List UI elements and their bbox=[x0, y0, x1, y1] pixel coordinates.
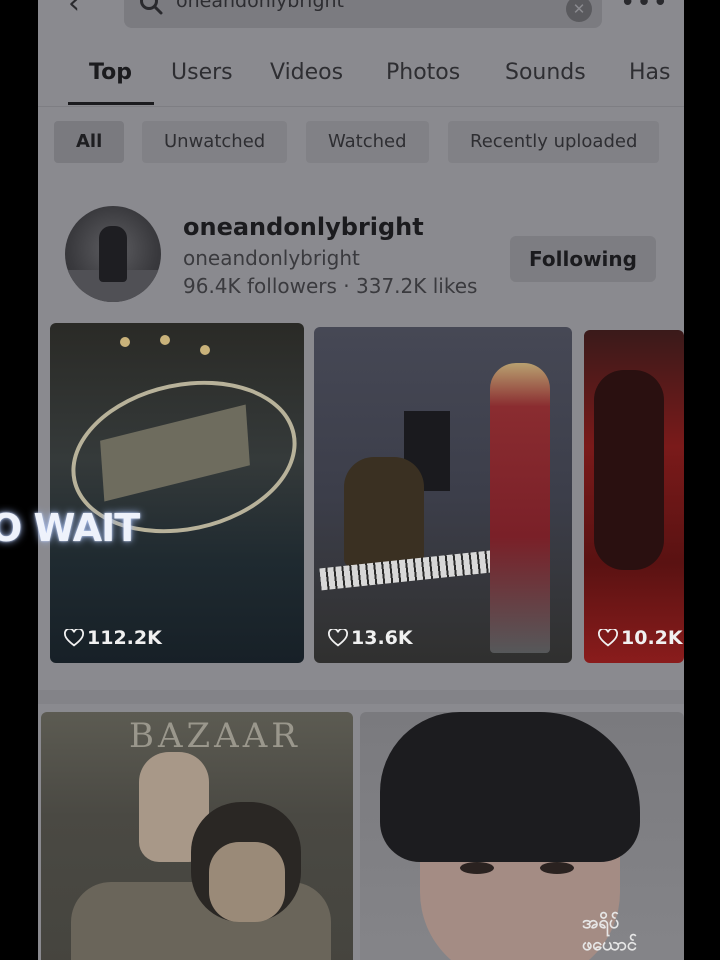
search-header: ‹ oneandonlybright ✕ ••• bbox=[38, 0, 684, 28]
filter-chip-all[interactable]: All bbox=[54, 121, 125, 163]
user-name[interactable]: oneandonlybright bbox=[183, 213, 424, 241]
user-handle: oneandonlybright bbox=[183, 246, 360, 270]
search-tabs: Top Users Videos Photos Sounds Has bbox=[38, 52, 684, 108]
like-count-value: 112.2K bbox=[87, 627, 162, 649]
video-thumbnail[interactable]: 112.2K bbox=[50, 323, 304, 663]
like-count: 10.2K bbox=[598, 627, 683, 649]
photo-thumbnail[interactable]: အရိပ် ဖယောင် bbox=[360, 712, 684, 960]
following-button[interactable]: Following bbox=[510, 236, 656, 282]
tab-users[interactable]: Users bbox=[171, 60, 233, 85]
photo-thumbnail[interactable]: BAZAAR bbox=[41, 712, 353, 960]
video-thumbnail[interactable]: 10.2K bbox=[584, 330, 684, 663]
like-count-value: 10.2K bbox=[621, 627, 683, 649]
tab-top[interactable]: Top bbox=[89, 60, 132, 85]
clear-icon[interactable]: ✕ bbox=[566, 0, 592, 22]
like-count: 112.2K bbox=[64, 627, 162, 649]
filter-chip-recently-uploaded[interactable]: Recently uploaded bbox=[448, 121, 660, 163]
magazine-logo: BAZAAR bbox=[129, 716, 301, 756]
divider bbox=[38, 106, 684, 107]
photo-caption-line: ဖယောင် bbox=[582, 934, 637, 955]
more-icon[interactable]: ••• bbox=[620, 0, 669, 18]
heart-icon bbox=[598, 627, 618, 647]
stage-light bbox=[160, 335, 170, 345]
stage-light bbox=[200, 345, 210, 355]
video-overlay-caption: O WAIT bbox=[0, 506, 140, 550]
back-arrow-icon[interactable]: ‹ bbox=[68, 0, 80, 21]
keyboard-player bbox=[344, 457, 424, 567]
heart-icon bbox=[64, 627, 84, 647]
hair bbox=[380, 712, 640, 862]
tab-photos[interactable]: Photos bbox=[386, 60, 460, 85]
heart-icon bbox=[328, 627, 348, 647]
tab-sounds[interactable]: Sounds bbox=[505, 60, 586, 85]
section-divider bbox=[38, 690, 684, 704]
search-icon bbox=[140, 0, 163, 15]
face bbox=[209, 842, 285, 922]
search-results-screen: ‹ oneandonlybright ✕ ••• Top Users Video… bbox=[38, 0, 684, 960]
silhouette bbox=[594, 370, 664, 570]
eye bbox=[540, 862, 574, 874]
stage-light bbox=[120, 337, 130, 347]
photo-caption-line: အရိပ် bbox=[582, 912, 620, 933]
search-input[interactable]: oneandonlybright ✕ bbox=[124, 0, 602, 28]
avatar[interactable] bbox=[65, 206, 161, 302]
user-stats: 96.4K followers · 337.2K likes bbox=[183, 274, 478, 298]
avatar-figure bbox=[99, 226, 127, 282]
active-tab-indicator bbox=[68, 102, 154, 105]
like-count: 13.6K bbox=[328, 627, 413, 649]
like-count-value: 13.6K bbox=[351, 627, 413, 649]
filter-chip-watched[interactable]: Watched bbox=[306, 121, 429, 163]
video-thumbnail[interactable]: 13.6K bbox=[314, 327, 572, 663]
tab-hashtags[interactable]: Has bbox=[629, 60, 671, 85]
search-query-text: oneandonlybright bbox=[176, 0, 344, 12]
eye bbox=[460, 862, 494, 874]
filter-chip-unwatched[interactable]: Unwatched bbox=[142, 121, 288, 163]
tab-videos[interactable]: Videos bbox=[270, 60, 343, 85]
standing-person bbox=[490, 363, 550, 653]
photo-caption: အရိပ် ဖယောင် bbox=[582, 912, 637, 956]
